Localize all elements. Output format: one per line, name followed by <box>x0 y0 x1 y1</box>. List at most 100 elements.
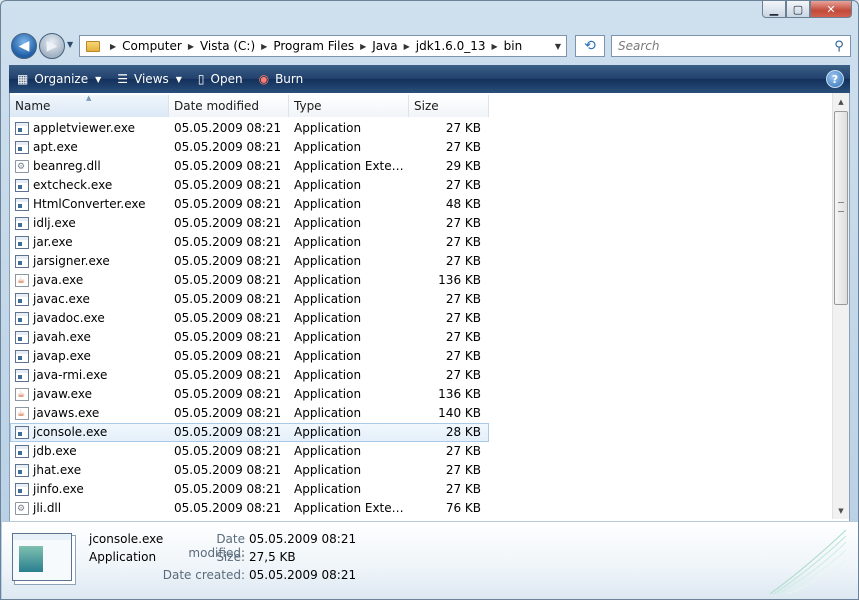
table-row[interactable]: jarsigner.exe 05.05.2009 08:21 Application… <box>10 252 489 271</box>
views-button[interactable]: ☰ Views ▼ <box>109 65 190 93</box>
details-date-created: 05.05.2009 08:21 <box>249 568 357 582</box>
address-dropdown-icon[interactable]: ▼ <box>550 42 566 51</box>
breadcrumb-program-files[interactable]: Program Files <box>273 39 354 53</box>
file-date: 05.05.2009 08:21 <box>174 178 282 192</box>
table-row[interactable]: extcheck.exe 05.05.2009 08:21 Application 2… <box>10 176 489 195</box>
file-name: jinfo.exe <box>33 482 84 496</box>
file-size: 27 KB <box>445 216 481 230</box>
details-pane: jconsole.exe Application Date modified: … <box>2 521 858 599</box>
application-icon <box>15 350 29 363</box>
java-app-icon <box>15 272 29 290</box>
file-type: Application <box>294 425 362 439</box>
file-name-cell: javaws.exe <box>10 404 169 423</box>
search-icon[interactable]: ⚲ <box>828 39 850 54</box>
table-row[interactable]: javaws.exe 05.05.2009 08:21 Application 140… <box>10 404 489 423</box>
scroll-thumb[interactable] <box>834 111 848 305</box>
table-row[interactable]: javah.exe 05.05.2009 08:21 Application 27 K… <box>10 328 489 347</box>
table-row[interactable]: javadoc.exe 05.05.2009 08:21 Application 27… <box>10 309 489 328</box>
file-type: Application <box>294 254 362 268</box>
application-icon <box>15 217 29 230</box>
breadcrumb-java[interactable]: Java <box>372 39 397 53</box>
breadcrumb-vista[interactable]: Vista (C:) <box>200 39 255 53</box>
file-size: 27 KB <box>445 140 481 154</box>
file-date: 05.05.2009 08:21 <box>174 425 282 439</box>
file-name: extcheck.exe <box>33 178 113 192</box>
file-date: 05.05.2009 08:21 <box>174 463 282 477</box>
file-type: Application <box>294 482 362 496</box>
column-header-date[interactable]: Date modified <box>169 95 289 117</box>
table-row[interactable]: java-rmi.exe 05.05.2009 08:21 Application 2… <box>10 366 489 385</box>
table-row[interactable]: javac.exe 05.05.2009 08:21 Application 27 K… <box>10 290 489 309</box>
table-row[interactable]: jar.exe 05.05.2009 08:21 Application 27 KB <box>10 233 489 252</box>
table-row[interactable]: javaw.exe 05.05.2009 08:21 Application 136 … <box>10 385 489 404</box>
table-row[interactable]: jinfo.exe 05.05.2009 08:21 Application 27 K… <box>10 480 489 499</box>
chevron-right-icon[interactable]: ▶ <box>360 42 366 51</box>
java-app-icon <box>15 405 29 423</box>
file-name-cell: jinfo.exe <box>10 480 169 499</box>
table-row[interactable]: idlj.exe 05.05.2009 08:21 Application 27 KB <box>10 214 489 233</box>
table-row[interactable]: jdb.exe 05.05.2009 08:21 Application 27 KB <box>10 442 489 461</box>
table-row[interactable]: java.exe 05.05.2009 08:21 Application 136 K… <box>10 271 489 290</box>
breadcrumb-computer[interactable]: Computer <box>122 39 182 53</box>
chevron-right-icon[interactable]: ▶ <box>491 42 497 51</box>
table-row[interactable]: apt.exe 05.05.2009 08:21 Application 27 KB <box>10 138 489 157</box>
breadcrumb-bin[interactable]: bin <box>504 39 523 53</box>
file-name: javap.exe <box>33 349 91 363</box>
table-row[interactable]: jli.dll 05.05.2009 08:21 Application Exten… <box>10 499 489 518</box>
search-input[interactable] <box>612 39 828 53</box>
table-row[interactable]: jhat.exe 05.05.2009 08:21 Application 27 KB <box>10 461 489 480</box>
address-bar[interactable]: ▶ Computer ▶ Vista (C:) ▶ Program Files … <box>79 35 567 57</box>
vertical-scrollbar[interactable]: ▲ ▼ <box>832 93 849 519</box>
file-date: 05.05.2009 08:21 <box>174 482 282 496</box>
back-button[interactable]: ◀ <box>11 33 37 59</box>
open-button[interactable]: ▯ Open <box>190 65 251 93</box>
minimize-button[interactable]: ▁ <box>762 1 786 18</box>
file-name-cell: idlj.exe <box>10 214 169 233</box>
navigation-bar: ◀ ▶ ▼ ▶ Computer ▶ Vista (C:) ▶ Program … <box>9 31 851 61</box>
application-icon <box>15 198 29 211</box>
forward-arrow-icon: ▶ <box>46 38 58 54</box>
file-name-cell: java-rmi.exe <box>10 366 169 385</box>
chevron-right-icon[interactable]: ▶ <box>261 42 267 51</box>
application-icon <box>15 141 29 154</box>
burn-button[interactable]: ◉ Burn <box>251 65 312 93</box>
file-name-cell: javap.exe <box>10 347 169 366</box>
application-icon <box>15 293 29 306</box>
organize-button[interactable]: ▦ Organize ▼ <box>9 65 109 93</box>
scroll-up-button[interactable]: ▲ <box>833 93 849 110</box>
breadcrumb-jdk[interactable]: jdk1.6.0_13 <box>416 39 486 53</box>
file-name-cell: jdb.exe <box>10 442 169 461</box>
file-size: 29 KB <box>445 159 481 173</box>
explorer-window: ▁ ▢ ✕ ◀ ▶ ▼ ▶ Computer ▶ Vista (C:) ▶ Pr… <box>0 0 859 600</box>
forward-button[interactable]: ▶ <box>39 33 65 59</box>
file-name: jhat.exe <box>33 463 82 477</box>
chevron-right-icon[interactable]: ▶ <box>188 42 194 51</box>
column-header-size[interactable]: Size <box>409 95 489 117</box>
maximize-button[interactable]: ▢ <box>786 1 810 18</box>
recent-pages-dropdown[interactable]: ▼ <box>67 40 73 49</box>
file-type: Application <box>294 444 362 458</box>
column-header-type[interactable]: Type <box>289 95 409 117</box>
application-icon <box>12 533 72 581</box>
table-row[interactable]: javap.exe 05.05.2009 08:21 Application 27 K… <box>10 347 489 366</box>
column-header-name[interactable]: Name ▲ <box>10 94 169 117</box>
file-list: Name ▲ Date modified Type Size appletvie… <box>9 93 850 521</box>
chevron-right-icon[interactable]: ▶ <box>110 42 116 51</box>
file-name: javac.exe <box>33 292 90 306</box>
file-name-cell: appletviewer.exe <box>10 119 169 138</box>
scroll-down-button[interactable]: ▼ <box>833 502 849 519</box>
refresh-button[interactable]: ⟲ <box>575 35 605 57</box>
chevron-right-icon[interactable]: ▶ <box>404 42 410 51</box>
table-row[interactable]: appletviewer.exe 05.05.2009 08:21 Applicat… <box>10 119 489 138</box>
file-name-cell: beanreg.dll <box>10 157 169 176</box>
table-row[interactable]: jconsole.exe 05.05.2009 08:21 Application 2… <box>10 423 489 442</box>
file-type: Application <box>294 140 362 154</box>
file-date: 05.05.2009 08:21 <box>174 444 282 458</box>
application-icon <box>15 445 29 458</box>
table-row[interactable]: beanreg.dll 05.05.2009 08:21 Application E… <box>10 157 489 176</box>
file-size: 27 KB <box>445 444 481 458</box>
close-button[interactable]: ✕ <box>810 1 852 18</box>
help-icon[interactable]: ? <box>826 70 844 88</box>
details-size-label: Size: <box>216 550 245 564</box>
table-row[interactable]: HtmlConverter.exe 05.05.2009 08:21 Applica… <box>10 195 489 214</box>
